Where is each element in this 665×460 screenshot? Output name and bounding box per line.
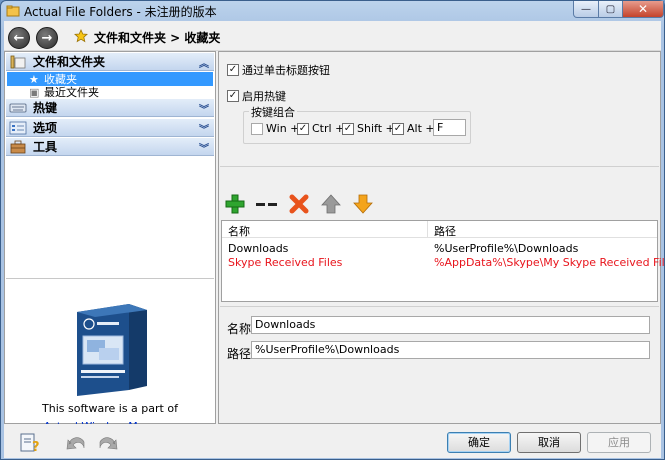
checkbox-box[interactable]: ✓ <box>227 64 239 76</box>
add-icon <box>225 194 245 214</box>
close-button[interactable]: ✕ <box>622 1 664 18</box>
undo-icon[interactable] <box>64 430 88 454</box>
section-divider <box>220 306 659 307</box>
sidebar-group-tools[interactable]: 工具 ︾ <box>6 138 214 156</box>
name-label: 名称 <box>227 322 252 336</box>
favorites-list[interactable]: 名称 路径 Downloads %UserProfile%\Downloads … <box>221 220 665 302</box>
sidebar-group-hotkeys[interactable]: 热键 ︾ <box>6 99 214 117</box>
checkbox-label: 启用热键 <box>242 90 286 103</box>
navigation-bar: ← → 文件和文件夹 > 收藏夹 <box>4 21 661 51</box>
chevron-down-icon[interactable]: ︾ <box>199 140 209 155</box>
sidebar-item-label: 最近文件夹 <box>44 86 99 99</box>
product-box-image <box>77 304 147 396</box>
star-icon <box>74 29 88 43</box>
maximize-button[interactable]: ▢ <box>598 1 623 18</box>
title-bar[interactable]: Actual File Folders - 未注册的版本 — ▢ ✕ <box>1 1 664 21</box>
move-up-button[interactable] <box>319 192 343 216</box>
bottom-bar: ? 确定 取消 应用 <box>4 424 661 458</box>
sidebar-group-files[interactable]: 文件和文件夹 ︽ <box>6 53 214 71</box>
hotkey-group-label: 按键组合 <box>249 104 297 120</box>
window-title: Actual File Folders - 未注册的版本 <box>24 5 217 19</box>
column-header-name[interactable]: 名称 <box>222 221 428 238</box>
list-item[interactable]: Skype Received Files %AppData%\Skype\My … <box>222 255 665 269</box>
checkbox-label: Win + <box>266 122 300 135</box>
back-button[interactable]: ← <box>8 27 30 49</box>
cancel-button[interactable]: 取消 <box>517 432 581 453</box>
keyboard-icon <box>9 103 27 112</box>
sidebar-group-label: 工具 <box>33 140 58 154</box>
title-button-checkbox[interactable]: ✓ 通过单击标题按钮 <box>227 62 330 78</box>
shift-modifier-checkbox[interactable]: ✓ Shift + <box>342 122 395 135</box>
list-header: 名称 路径 <box>222 221 657 238</box>
sidebar-item-recent-folders[interactable]: ▣ 最近文件夹 <box>7 85 213 100</box>
forward-button[interactable]: → <box>36 27 58 49</box>
app-window: Actual File Folders - 未注册的版本 — ▢ ✕ ← → 文… <box>0 0 665 460</box>
sidebar-item-favorites[interactable]: ★ 收藏夹 <box>7 72 213 86</box>
alt-modifier-checkbox[interactable]: ✓ Alt + <box>392 122 435 135</box>
ctrl-modifier-checkbox[interactable]: ✓ Ctrl + <box>297 122 344 135</box>
move-down-button[interactable] <box>351 192 375 216</box>
section-divider <box>220 166 659 167</box>
delete-icon <box>289 194 309 214</box>
minimize-button[interactable]: — <box>573 1 599 18</box>
chevron-up-icon[interactable]: ︽ <box>199 55 209 70</box>
promo-text: This software is a part of <box>42 402 178 415</box>
arrow-up-icon <box>321 194 341 214</box>
list-item[interactable]: Downloads %UserProfile%\Downloads <box>222 241 657 255</box>
checkbox-box[interactable] <box>251 122 263 135</box>
list-item-path: %UserProfile%\Downloads <box>434 242 579 255</box>
app-folder-icon <box>6 5 20 17</box>
sidebar: 文件和文件夹 ︽ ★ 收藏夹 ▣ 最近文件夹 热键 ︾ 选项 ︾ 工具 ︾ Th… <box>4 51 216 433</box>
list-item-name: Skype Received Files <box>228 256 343 269</box>
recent-folder-icon: ▣ <box>29 85 40 99</box>
hotkey-key-input[interactable]: F <box>433 119 466 136</box>
checkbox-label: Shift + <box>357 122 395 135</box>
enable-hotkey-checkbox[interactable]: ✓ 启用热键 <box>227 88 286 104</box>
client-area: ← → 文件和文件夹 > 收藏夹 文件和文件夹 ︽ ★ 收藏夹 ▣ 最近文件夹 … <box>4 21 665 458</box>
tools-icon <box>10 140 26 153</box>
help-icon[interactable]: ? <box>18 430 42 454</box>
redo-icon[interactable] <box>96 430 120 454</box>
path-label: 路径 <box>227 347 252 361</box>
chevron-down-icon[interactable]: ︾ <box>199 101 209 116</box>
arrow-down-icon <box>353 194 373 214</box>
checkbox-label: Ctrl + <box>312 122 345 135</box>
list-item-path: %AppData%\Skype\My Skype Received Files <box>434 256 665 269</box>
files-folders-icon <box>10 55 26 68</box>
sidebar-group-label: 文件和文件夹 <box>33 55 106 69</box>
apply-button[interactable]: 应用 <box>587 432 651 453</box>
checkbox-box[interactable]: ✓ <box>297 122 309 135</box>
name-input[interactable]: Downloads <box>251 316 650 334</box>
separator-icon <box>256 203 277 206</box>
add-separator-button[interactable] <box>255 192 279 216</box>
settings-panel: ✓ 通过单击标题按钮 ✓ 启用热键 按键组合 Win + ✓ Ctrl + ✓ … <box>218 51 665 424</box>
checkbox-label: Alt + <box>407 122 435 135</box>
path-input[interactable]: %UserProfile%\Downloads <box>251 341 650 359</box>
sidebar-group-options[interactable]: 选项 ︾ <box>6 119 214 137</box>
ok-button[interactable]: 确定 <box>447 432 511 453</box>
star-icon: ★ <box>29 72 39 86</box>
checkbox-label: 通过单击标题按钮 <box>242 64 330 77</box>
sidebar-group-label: 热键 <box>33 101 58 115</box>
column-header-path[interactable]: 路径 <box>428 221 657 238</box>
checkbox-box[interactable]: ✓ <box>227 90 239 102</box>
win-modifier-checkbox[interactable]: Win + <box>251 122 299 135</box>
svg-text:?: ? <box>32 440 40 454</box>
checkbox-box[interactable]: ✓ <box>342 122 354 135</box>
breadcrumb: 文件和文件夹 > 收藏夹 <box>94 31 221 45</box>
sidebar-group-label: 选项 <box>33 121 58 135</box>
list-item-name: Downloads <box>228 242 289 255</box>
delete-button[interactable] <box>287 192 311 216</box>
checkbox-box[interactable]: ✓ <box>392 122 404 135</box>
chevron-down-icon[interactable]: ︾ <box>199 121 209 136</box>
add-button[interactable] <box>223 192 247 216</box>
options-icon <box>9 121 27 134</box>
sidebar-divider <box>6 278 214 279</box>
